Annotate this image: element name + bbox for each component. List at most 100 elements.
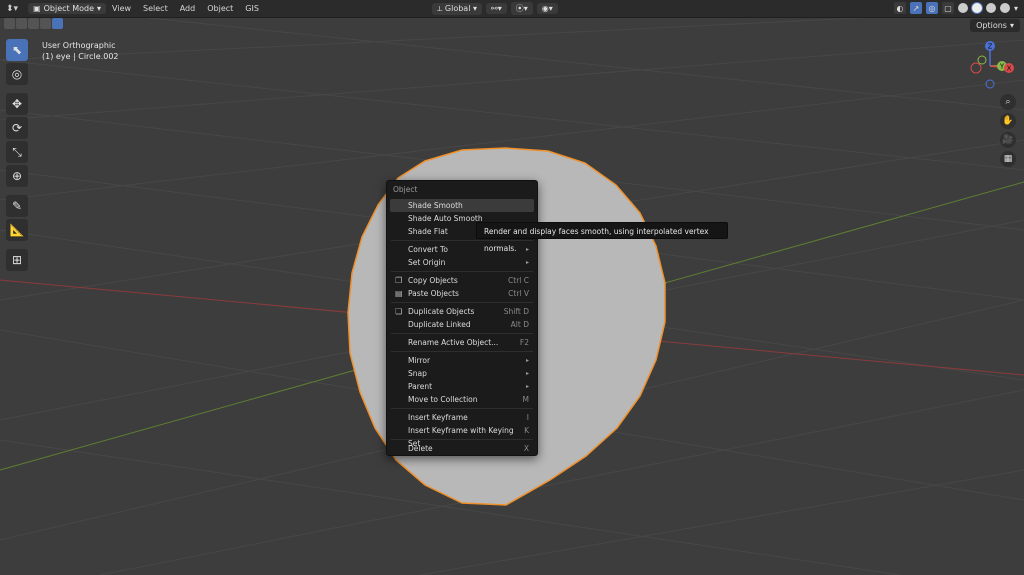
chevron-down-icon: ▾ [472, 3, 477, 13]
material-shading-icon[interactable] [985, 3, 996, 13]
rendered-shading-icon[interactable] [999, 3, 1010, 13]
menu-add[interactable]: Add [174, 4, 202, 13]
menu-gis[interactable]: GIS [239, 4, 265, 13]
pivot-point-select[interactable]: ⚯▾ [485, 3, 507, 14]
object-mode-icon: ▣ [33, 4, 41, 13]
menu-item-shortcut: I [526, 413, 529, 422]
menu-item-label: Insert Keyframe [408, 413, 468, 422]
menu-item-shortcut: F2 [519, 338, 529, 347]
rotate-tool-icon[interactable]: ⟳ [6, 117, 28, 139]
scale-tool-icon[interactable]: ⤡ [6, 141, 28, 163]
menu-item-parent[interactable]: Parent ▸ [387, 380, 537, 393]
submenu-arrow-icon: ▸ [525, 383, 529, 390]
header-right-controls: ◐ ↗ ◎ ▢ ▾ [893, 2, 1018, 14]
pan-hand-icon[interactable]: ✋ [1000, 113, 1016, 129]
menu-item-duplicate-objects[interactable]: ❏ Duplicate Objects Shift D [387, 305, 537, 318]
menu-item-label: Set Origin [408, 258, 446, 267]
menu-item-shortcut: Ctrl C [508, 276, 529, 285]
move-tool-icon[interactable]: ✥ [6, 93, 28, 115]
menu-item-rename-active-object[interactable]: Rename Active Object... F2 [387, 336, 537, 349]
menu-item-label: Paste Objects [408, 289, 459, 298]
menu-item-shortcut: Ctrl V [508, 289, 529, 298]
tool-shelf: ⬉ ◎ ✥ ⟳ ⤡ ⊕ ✎ 📐 ⊞ [6, 39, 28, 273]
select-subtract-icon[interactable] [28, 18, 39, 29]
menu-item-shortcut: X [523, 444, 529, 453]
snap-toggle[interactable]: ⦿▾ [510, 2, 533, 15]
menu-view[interactable]: View [106, 4, 137, 13]
duplicate-icon: ❏ [395, 307, 403, 316]
menu-item-label: Snap [408, 369, 427, 378]
menu-item-label: Duplicate Objects [408, 307, 475, 316]
menu-item-label: Shade Smooth [408, 201, 463, 210]
chevron-down-icon: ▾ [1009, 21, 1014, 30]
menu-item-duplicate-linked[interactable]: Duplicate Linked Alt D [387, 318, 537, 331]
camera-view-icon[interactable]: 🎥 [1000, 132, 1016, 148]
options-label: Options [976, 21, 1007, 30]
xray-toggle-icon[interactable]: ▢ [941, 2, 954, 14]
menu-item-label: Move to Collection [408, 395, 478, 404]
menu-item-shortcut: Alt D [510, 320, 529, 329]
selection-mode-group [4, 18, 63, 29]
menu-item-move-to-collection[interactable]: Move to Collection M [387, 393, 537, 406]
select-new-icon[interactable] [4, 18, 15, 29]
menu-item-delete[interactable]: Delete X [387, 442, 537, 455]
copy-icon: ❐ [395, 276, 403, 285]
gizmo-z-label: Z [988, 43, 993, 51]
mode-selector[interactable]: ▣ Object Mode ▾ [28, 3, 107, 14]
solid-shading-icon[interactable] [971, 3, 982, 13]
add-cube-tool-icon[interactable]: ⊞ [6, 249, 28, 271]
transform-tool-icon[interactable]: ⊕ [6, 165, 28, 187]
proportional-edit-toggle[interactable]: ◉▾ [536, 3, 558, 14]
cursor-tool-icon[interactable]: ◎ [6, 63, 28, 85]
submenu-arrow-icon: ▸ [525, 246, 529, 253]
menu-separator [391, 351, 533, 352]
measure-tool-icon[interactable]: 📐 [6, 219, 28, 241]
menu-item-label: Parent [408, 382, 433, 391]
select-invert-icon[interactable] [40, 18, 51, 29]
view-name: User Orthographic [42, 41, 116, 50]
visibility-icon[interactable]: ◐ [893, 2, 906, 14]
menu-item-snap[interactable]: Snap ▸ [387, 367, 537, 380]
viewport-header: ⬍▾ ▣ Object Mode ▾ View Select Add Objec… [0, 0, 1024, 18]
options-dropdown[interactable]: Options ▾ [970, 19, 1020, 32]
chevron-down-icon: ▾ [97, 4, 102, 13]
menu-item-insert-keyframe[interactable]: Insert Keyframe I [387, 411, 537, 424]
chevron-down-icon[interactable]: ▾ [1014, 4, 1018, 13]
editor-type-icon[interactable]: ⬍▾ [6, 4, 18, 14]
submenu-arrow-icon: ▸ [525, 357, 529, 364]
menu-item-label: Duplicate Linked [408, 320, 471, 329]
menu-item-label: Delete [408, 444, 433, 453]
menu-title: Object [393, 185, 418, 194]
navigation-gizmo[interactable]: Z Y X [962, 38, 1018, 94]
transform-orientation-select[interactable]: ⟂ Global ▾ [432, 2, 482, 15]
wireframe-shading-icon[interactable] [957, 3, 968, 13]
menu-item-set-origin[interactable]: Set Origin ▸ [387, 256, 537, 269]
gizmo-toggle-icon[interactable]: ↗ [909, 2, 922, 14]
annotate-tool-icon[interactable]: ✎ [6, 195, 28, 217]
menu-item-insert-keyframe-keying-set[interactable]: Insert Keyframe with Keying Set K [387, 424, 537, 448]
perspective-grid-icon[interactable]: ▦ [1000, 151, 1016, 167]
transform-controls: ⟂ Global ▾ ⚯▾ ⦿▾ ◉▾ [432, 2, 558, 15]
viewport-info: User Orthographic (1) eye | Circle.002 [42, 40, 119, 62]
overlay-toggle-icon[interactable]: ◎ [925, 2, 938, 14]
menu-item-shade-smooth[interactable]: Shade Smooth [390, 199, 534, 212]
gizmo-y-label: Y [999, 63, 1005, 71]
mode-label: Object Mode [43, 4, 95, 13]
menu-item-label: Convert To [408, 245, 448, 254]
menu-object[interactable]: Object [201, 4, 239, 13]
menu-item-paste-objects[interactable]: ▤ Paste Objects Ctrl V [387, 287, 537, 300]
menu-item-shortcut: Shift D [503, 307, 529, 316]
menu-separator [391, 333, 533, 334]
menu-item-mirror[interactable]: Mirror ▸ [387, 354, 537, 367]
menu-item-copy-objects[interactable]: ❐ Copy Objects Ctrl C [387, 274, 537, 287]
orientation-icon: ⟂ [437, 3, 445, 13]
select-box-tool-icon[interactable]: ⬉ [6, 39, 28, 61]
zoom-icon[interactable]: ⌕ [1000, 94, 1016, 110]
menu-item-shortcut: K [524, 426, 529, 435]
menu-select[interactable]: Select [137, 4, 174, 13]
select-extend-icon[interactable] [16, 18, 27, 29]
menu-item-label: Shade Auto Smooth [408, 214, 483, 223]
object-info: (1) eye | Circle.002 [42, 52, 119, 61]
select-intersect-icon[interactable] [52, 18, 63, 29]
submenu-arrow-icon: ▸ [525, 259, 529, 266]
